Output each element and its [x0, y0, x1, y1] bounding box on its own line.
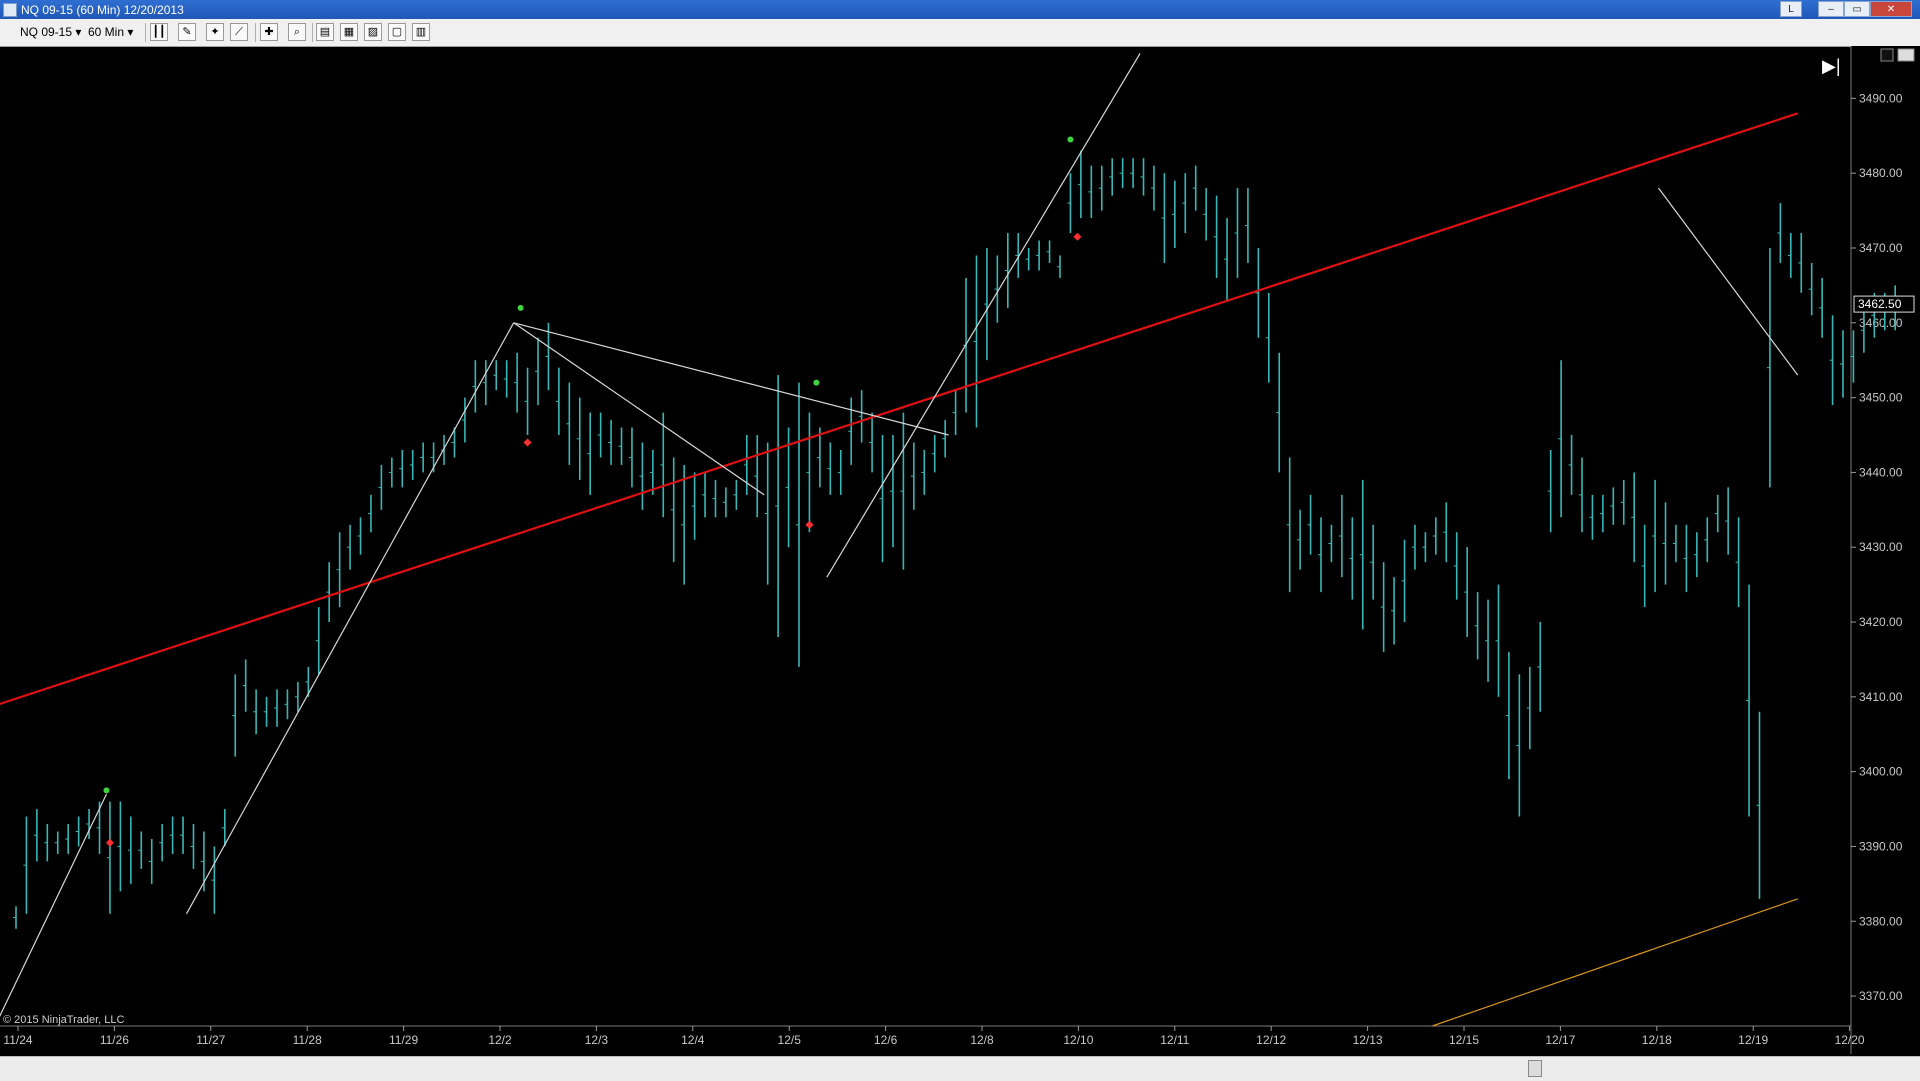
interval-label: 60 Min: [88, 25, 125, 39]
minimize-button[interactable]: –: [1818, 1, 1844, 17]
template-icon[interactable]: ▥: [412, 23, 430, 41]
close-button[interactable]: ✕: [1870, 1, 1912, 17]
crosshair-icon[interactable]: ✚: [260, 23, 278, 41]
swing-high-marker: [813, 379, 820, 386]
strategy-icon[interactable]: ⟋: [230, 23, 248, 41]
time-axis-label: 11/27: [196, 1033, 225, 1047]
swing-high-marker: [517, 304, 524, 311]
zoom-icon[interactable]: ⌕: [288, 23, 306, 41]
time-axis-label: 12/12: [1256, 1033, 1286, 1047]
copyright-label: © 2015 NinjaTrader, LLC: [3, 1014, 125, 1026]
pencil-icon[interactable]: ✎: [178, 23, 196, 41]
panel-menu-icon[interactable]: [1880, 48, 1894, 62]
price-axis-label: 3440.00: [1859, 465, 1903, 479]
price-axis-label: 3390.00: [1859, 839, 1903, 853]
white-trend-line[interactable]: [513, 322, 949, 436]
data-box-icon[interactable]: ▦: [340, 23, 358, 41]
horizontal-scrollbar[interactable]: [0, 1056, 1920, 1081]
toolbar-separator: [255, 23, 256, 42]
print-icon[interactable]: ▢: [388, 23, 406, 41]
window-title: NQ 09-15 (60 Min) 12/20/2013: [21, 3, 184, 17]
time-axis-label: 11/29: [389, 1033, 418, 1047]
price-axis-label: 3380.00: [1859, 914, 1903, 928]
interval-selector[interactable]: 60 Min ▾: [88, 25, 133, 39]
chart-toolbar: NQ 09-15 ▾ 60 Min ▾ ┃┃ ✎ ✦ ⟋ ✚ ⌕ ▤ ▦ ▨ ▢…: [0, 19, 1920, 47]
time-axis-label: 12/8: [970, 1033, 994, 1047]
link-button[interactable]: L: [1780, 1, 1802, 17]
time-axis-label: 12/19: [1738, 1033, 1768, 1047]
white-trend-line[interactable]: [513, 322, 765, 496]
time-axis-label: 12/4: [681, 1033, 705, 1047]
price-chart[interactable]: 3490.00 3480.00 3470.00 3460.00 3450.00 3440.…: [0, 46, 1920, 1056]
bar-type-icon[interactable]: ┃┃: [150, 23, 168, 41]
price-axis-label: 3470.00: [1859, 241, 1903, 255]
time-axis-label: 12/5: [778, 1033, 802, 1047]
app-icon: [3, 3, 17, 17]
time-axis-label: 12/3: [585, 1033, 609, 1047]
price-axis-label: 3430.00: [1859, 540, 1903, 554]
time-axis-label: 12/20: [1835, 1033, 1865, 1047]
price-axis-label: 3460.00: [1859, 316, 1903, 330]
red-trend-line[interactable]: [0, 112, 1799, 706]
time-axis-label: 12/17: [1545, 1033, 1575, 1047]
swing-low-marker: [805, 520, 814, 529]
instrument-label: NQ 09-15: [20, 25, 73, 39]
time-axis-label: 12/15: [1449, 1033, 1479, 1047]
time-axis-label: 11/24: [3, 1033, 32, 1047]
price-axis-label: 3370.00: [1859, 989, 1903, 1003]
swing-low-marker: [105, 838, 114, 847]
time-axis-label: 12/13: [1353, 1033, 1383, 1047]
price-axis-label: 3480.00: [1859, 166, 1903, 180]
time-axis-label: 11/28: [293, 1033, 322, 1047]
time-axis-label: 12/11: [1160, 1033, 1189, 1047]
toolbar-separator: [145, 23, 146, 42]
time-axis-label: 12/2: [488, 1033, 512, 1047]
restore-button[interactable]: ▭: [1844, 1, 1870, 17]
price-axis-label: 3410.00: [1859, 690, 1903, 704]
time-axis-label: 11/26: [100, 1033, 129, 1047]
swing-low-marker: [1073, 232, 1082, 241]
chart-trader-icon[interactable]: ▤: [316, 23, 334, 41]
toolbar-separator: [312, 23, 313, 42]
price-axis-label: 3490.00: [1859, 91, 1903, 105]
scroll-to-end-icon[interactable]: ▶|: [1822, 56, 1846, 80]
swing-low-marker: [523, 438, 532, 447]
panel-dropdown-icon[interactable]: [1897, 48, 1915, 62]
white-trend-line[interactable]: [185, 322, 515, 915]
chart-canvas[interactable]: 3490.00 3480.00 3470.00 3460.00 3450.00 3440.…: [0, 46, 1920, 1056]
white-trend-line[interactable]: [1658, 187, 1799, 376]
orange-trend-line[interactable]: [1432, 898, 1798, 1027]
time-axis-label: 12/10: [1063, 1033, 1093, 1047]
swing-high-marker: [103, 787, 110, 794]
properties-icon[interactable]: ▨: [364, 23, 382, 41]
white-trend-line[interactable]: [826, 53, 1141, 578]
time-axis-label: 12/6: [874, 1033, 898, 1047]
instrument-selector[interactable]: NQ 09-15 ▾: [20, 25, 81, 39]
price-axis-label: 3450.00: [1859, 391, 1903, 405]
price-axis-label: 3420.00: [1859, 615, 1903, 629]
add-indicator-icon[interactable]: ✦: [206, 23, 224, 41]
current-price-label: 3462.50: [1858, 297, 1902, 311]
scrollbar-thumb[interactable]: [1528, 1060, 1542, 1077]
time-axis-label: 12/18: [1642, 1033, 1672, 1047]
swing-high-marker: [1067, 136, 1074, 143]
price-axis-label: 3400.00: [1859, 765, 1903, 779]
title-bar: NQ 09-15 (60 Min) 12/20/2013 L – ▭ ✕: [0, 0, 1920, 19]
